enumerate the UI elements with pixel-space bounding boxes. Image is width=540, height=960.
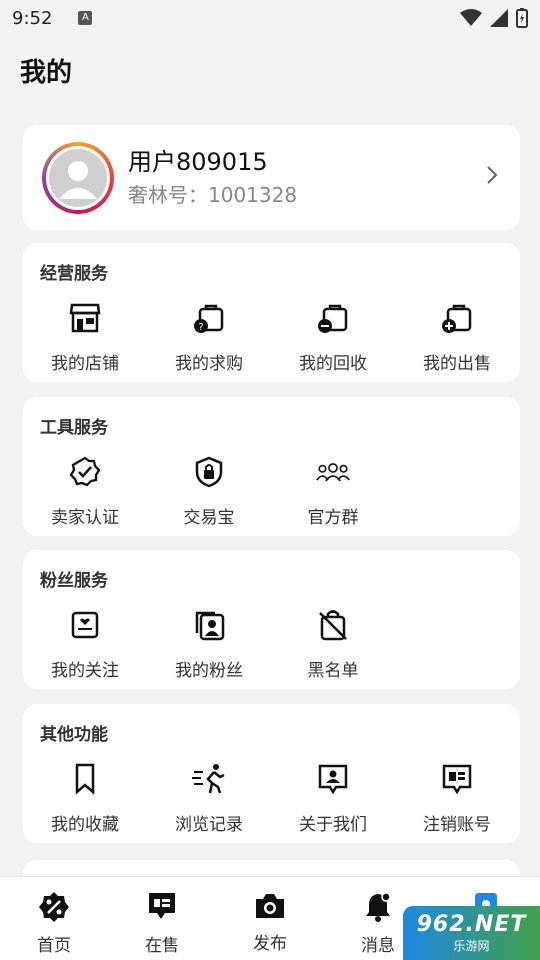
grid-label: 关于我们 — [299, 815, 367, 835]
grid-label: 黑名单 — [307, 661, 359, 681]
section-other: 其他功能 我的收藏 浏览记录 关于我们 注销账号 — [23, 704, 520, 843]
my-recycle-button[interactable]: 我的回收 — [271, 301, 395, 374]
nav-label: 消息 — [361, 936, 395, 956]
grid-label: 我的关注 — [51, 661, 119, 681]
contact-chat-icon — [318, 764, 348, 795]
section-tools: 工具服务 卖家认证 交易宝 官方群 — [23, 397, 520, 536]
grid-label: 注销账号 — [423, 815, 491, 835]
nav-label: 首页 — [37, 936, 71, 956]
store-icon — [69, 303, 101, 333]
section-business: 经营服务 我的店铺 ? 我的求购 我的回收 我的出售 — [23, 243, 520, 382]
verified-badge-icon — [69, 456, 101, 487]
nav-label: 在售 — [145, 936, 179, 956]
official-group-button[interactable]: 官方群 — [271, 455, 395, 528]
cancel-account-button[interactable]: 注销账号 — [395, 762, 519, 835]
status-icons — [460, 8, 528, 28]
camera-icon — [256, 894, 284, 918]
grid-label: 我的店铺 — [51, 354, 119, 374]
nav-home[interactable]: 首页 — [0, 877, 108, 960]
grid-label: 交易宝 — [183, 508, 235, 528]
notification-indicator: A — [78, 11, 93, 25]
grid-label: 我的回收 — [299, 354, 367, 374]
blacklist-button[interactable]: 黑名单 — [271, 608, 395, 681]
status-time: 9:52 — [12, 7, 53, 29]
section-fans: 粉丝服务 我的关注 我的粉丝 黑名单 — [23, 550, 520, 689]
grid-label: 官方群 — [307, 508, 359, 528]
bell-icon — [366, 892, 391, 922]
home-badge-icon — [39, 892, 69, 922]
section-title: 其他功能 — [40, 725, 108, 745]
avatar[interactable] — [42, 141, 114, 214]
grid-label: 我的出售 — [423, 354, 491, 374]
id-card-chat-icon — [442, 764, 472, 795]
nav-label: 发布 — [253, 934, 287, 954]
watermark-top: 962.NET — [416, 912, 527, 937]
section-title: 工具服务 — [40, 418, 108, 438]
default-avatar-icon — [49, 148, 107, 207]
seller-verify-button[interactable]: 卖家认证 — [23, 455, 147, 528]
my-favorites-button[interactable]: 我的收藏 — [23, 762, 147, 835]
wifi-icon — [460, 9, 482, 26]
grid-label: 我的粉丝 — [175, 661, 243, 681]
heart-card-icon — [71, 611, 99, 639]
grid-label: 我的求购 — [175, 354, 243, 374]
blocked-bag-icon — [319, 610, 347, 641]
about-us-button[interactable]: 关于我们 — [271, 762, 395, 835]
chevron-right-icon — [487, 166, 498, 184]
walking-icon — [192, 764, 225, 794]
grid-label: 我的收藏 — [51, 815, 119, 835]
profile-card[interactable]: 用户809015 奢林号：1001328 — [23, 125, 520, 230]
section-title: 粉丝服务 — [40, 571, 108, 591]
group-icon — [316, 463, 350, 482]
battery-icon — [516, 8, 528, 28]
section-title: 经营服务 — [40, 264, 108, 284]
my-store-button[interactable]: 我的店铺 — [23, 301, 147, 374]
grid-label: 浏览记录 — [175, 815, 243, 835]
page-title: 我的 — [20, 58, 73, 88]
status-bar: 9:52 A — [0, 0, 540, 36]
browse-history-button[interactable]: 浏览记录 — [147, 762, 271, 835]
my-follow-button[interactable]: 我的关注 — [23, 608, 147, 681]
signal-icon — [490, 9, 508, 27]
shield-lock-icon — [195, 456, 223, 488]
svg-text:?: ? — [198, 322, 203, 333]
username: 用户809015 — [128, 148, 268, 176]
grid-label: 卖家认证 — [51, 508, 119, 528]
bookmark-icon — [75, 763, 95, 795]
trade-safe-button[interactable]: 交易宝 — [147, 455, 271, 528]
bag-plus-icon — [442, 304, 472, 333]
nav-on-sale[interactable]: 在售 — [108, 877, 216, 960]
watermark-logo: 962.NET 乐游网 — [403, 906, 540, 960]
watermark-bottom: 乐游网 — [453, 939, 490, 953]
chat-list-icon — [149, 893, 175, 919]
bag-question-icon: ? — [194, 304, 224, 333]
my-sell-button[interactable]: 我的出售 — [395, 301, 519, 374]
my-wanted-button[interactable]: ? 我的求购 — [147, 301, 271, 374]
bag-minus-icon — [318, 304, 348, 333]
my-fans-button[interactable]: 我的粉丝 — [147, 608, 271, 681]
fans-card-icon — [195, 611, 225, 641]
nav-publish[interactable]: 发布 — [216, 877, 324, 960]
user-id: 奢林号：1001328 — [128, 183, 298, 207]
